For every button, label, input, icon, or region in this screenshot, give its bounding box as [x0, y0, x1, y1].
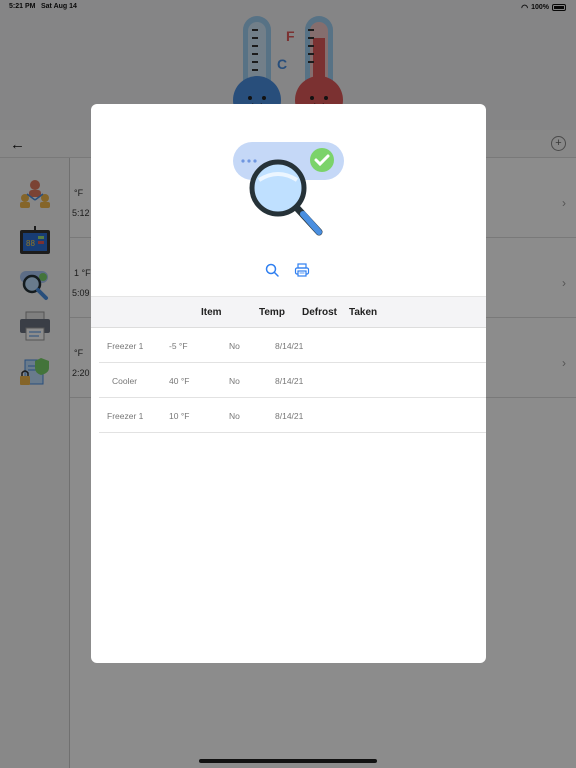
table-row[interactable]: Freezer 1 -5 °F No 8/14/21	[99, 328, 486, 363]
table-row[interactable]: Cooler 40 °F No 8/14/21	[99, 363, 486, 398]
table-header: Item Temp Defrost Taken	[91, 296, 486, 328]
table-row[interactable]: Freezer 1 10 °F No 8/14/21	[99, 398, 486, 433]
cell-item: Cooler	[112, 376, 138, 386]
cell-taken: 8/14/21	[275, 411, 304, 421]
print-icon	[294, 263, 310, 277]
cell-defrost: No	[229, 341, 240, 351]
cell-item: Freezer 1	[107, 411, 144, 421]
cell-temp: 40 °F	[169, 376, 190, 386]
print-button[interactable]	[294, 262, 310, 278]
column-header-item[interactable]: Item	[201, 307, 222, 318]
cell-item: Freezer 1	[107, 341, 144, 351]
search-icon	[265, 263, 279, 277]
cell-defrost: No	[229, 376, 240, 386]
magnifier-check-icon	[233, 142, 344, 236]
modal-actions	[91, 262, 486, 282]
column-header-defrost[interactable]: Defrost	[302, 307, 337, 318]
home-indicator[interactable]	[199, 759, 377, 763]
column-header-taken[interactable]: Taken	[349, 307, 377, 318]
search-modal: Item Temp Defrost Taken Freezer 1 -5 °F …	[91, 104, 486, 663]
search-illustration	[231, 140, 346, 240]
cell-temp: 10 °F	[169, 411, 190, 421]
cell-taken: 8/14/21	[275, 376, 304, 386]
search-button[interactable]	[264, 262, 280, 278]
cell-temp: -5 °F	[169, 341, 188, 351]
cell-taken: 8/14/21	[275, 341, 304, 351]
column-header-temp[interactable]: Temp	[259, 307, 285, 318]
cell-defrost: No	[229, 411, 240, 421]
